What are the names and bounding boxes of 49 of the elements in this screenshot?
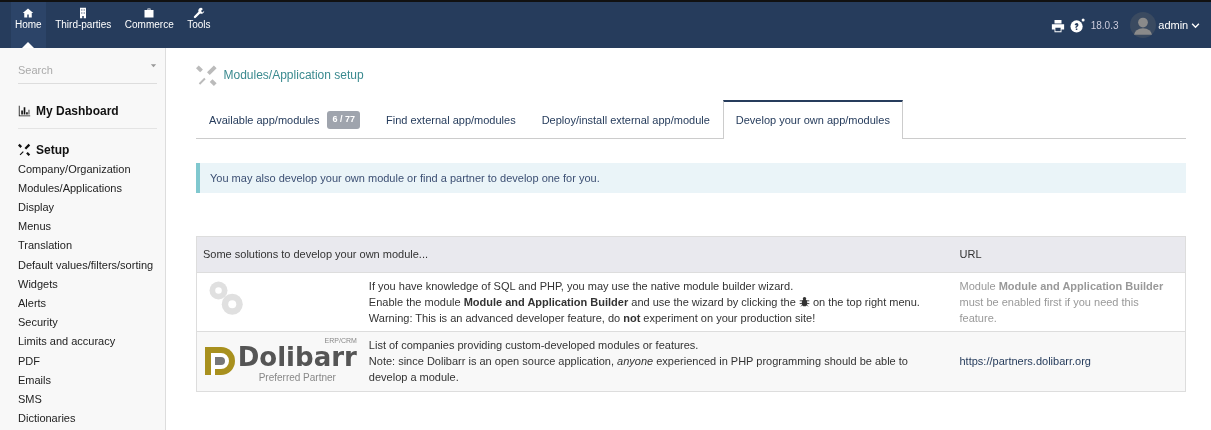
sidebar-section-title[interactable]: My Dashboard [18,101,157,120]
info-message: You may also develop your own module or find a partner to develop one for you. [196,162,1186,193]
description-text: Enable the module Module and Application Builder and use the wizard by clicking the on the top right menu. [368,294,921,310]
help-icon[interactable] [1070,16,1086,34]
tab[interactable]: Find external app/modules [373,100,529,139]
sidebar-section-title[interactable]: Setup [18,127,157,159]
description-text: List of companies providing custom-developed modules or features. [368,337,700,353]
bug-icon [798,295,810,307]
menu-tab[interactable]: Tools [183,2,215,48]
briefcase-icon [143,7,156,19]
logo-subtitle: Preferred Partner [257,370,337,385]
sidebar-item[interactable]: Display [18,197,157,218]
sidebar-item[interactable]: Menus [18,217,157,237]
dropdown-arrow-icon [150,62,157,69]
caret-icon [1191,20,1200,30]
tab[interactable]: Develop your own app/modules [722,100,903,139]
sidebar-item[interactable]: Dictionaries [18,409,157,429]
tab[interactable]: Available app/modules 6 / 77 [196,100,373,139]
sidebar-item[interactable]: Default values/filters/sorting [18,255,157,275]
sidebar-item[interactable]: Company/Organization [18,159,157,179]
version-text: 18.0.3 [1090,18,1119,33]
column-header: URL [953,236,1186,272]
sidebar-item[interactable]: Security [18,313,157,333]
sidebar-item[interactable]: Limits and accuracy [18,332,157,352]
sidebar-item[interactable]: SMS [18,389,157,410]
tab[interactable]: Deploy/install external app/module [528,100,723,139]
wrench-icon [192,7,205,19]
sidebar-item[interactable]: Widgets [18,274,157,294]
description-text: Warning: This is an advanced developer feature, do not experiment on your production site! [368,310,817,326]
menu-tab[interactable]: Third-parties [51,2,116,48]
sidebar-item[interactable]: Translation [18,236,157,256]
user-menu[interactable]: admin [1129,12,1200,38]
sidebar-item[interactable]: Modules/Applications [18,178,157,198]
sidebar-item[interactable]: PDF [18,351,157,371]
logo-name: Dolibarr [237,343,357,370]
description-text: If you have knowledge of SQL and PHP, you may use the native module builder wizard. [368,278,795,294]
home-icon [22,7,35,19]
avatar-icon [1129,12,1156,38]
sidebar-item[interactable]: Alerts [18,293,157,314]
url-link[interactable]: https://partners.dolibarr.org [959,355,1091,367]
url-note: Module Module and Application Builder must be enabled first if you need this feature. [959,278,1165,326]
description-text: Note: since Dolibarr is an open source application, anyone experienced in PHP programming should be able to develop a module. [368,353,909,385]
page-title: Modules/Application setup [223,67,364,84]
sidebar-item[interactable]: Emails [18,370,157,390]
count-badge: 6 / 77 [327,111,360,129]
column-header: Some solutions to develop your own module... [196,236,954,272]
menu-tab[interactable]: Home [11,2,46,48]
menu-tab[interactable]: Commerce [120,2,178,48]
bar-chart-icon [18,104,31,117]
